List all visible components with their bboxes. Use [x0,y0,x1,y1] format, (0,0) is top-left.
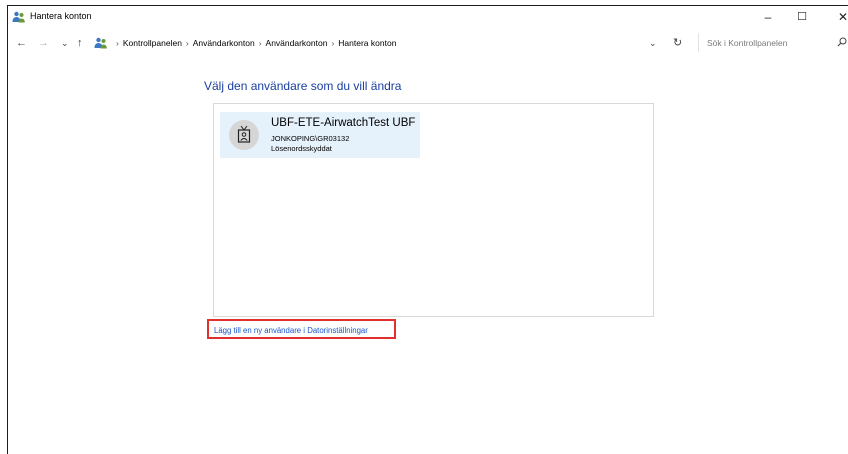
page-heading: Välj den användare som du vill ändra [204,79,402,93]
breadcrumb: › Kontrollpanelen › Användarkonton › Användar… [112,38,396,48]
breadcrumb-separator: › [258,38,262,48]
search-icon[interactable] [837,37,847,47]
refresh-button[interactable]: ↻ [673,36,682,49]
title-bar: Hantera konton – ☐ ✕ [8,6,848,29]
add-user-link-highlight: Lägg till en ny användare i Datorinställ… [207,319,396,339]
user-name: UBF-ETE-AirwatchTest UBF [271,117,416,129]
breadcrumb-kontrollpanelen[interactable]: Kontrollpanelen [123,38,182,48]
maximize-button[interactable]: ☐ [787,6,817,28]
breadcrumb-anvandarkonton[interactable]: Användarkonton [193,38,255,48]
avatar [229,120,259,150]
close-button[interactable]: ✕ [828,6,848,28]
user-status: Lösenordsskyddat [271,144,332,153]
breadcrumb-hantera-konton[interactable]: Hantera konton [338,38,396,48]
minimize-button[interactable]: – [753,6,783,28]
up-button[interactable]: ↑ [77,37,83,49]
breadcrumb-separator: › [185,38,189,48]
users-icon [12,11,25,23]
address-dropdown-button[interactable]: ⌄ [649,38,657,49]
window-title: Hantera konton [30,11,92,21]
breadcrumb-separator: › [331,38,335,48]
user-list: UBF-ETE-AirwatchTest UBF JONKOPING\GR031… [213,103,654,317]
recent-locations-button[interactable]: ⌄ [61,37,69,49]
address-bar: ← → ⌄ ↑ › Kontrollpanelen › Användarkonton ›… [8,29,848,57]
forward-button[interactable]: → [38,37,49,49]
breadcrumb-separator: › [116,38,119,48]
users-icon [94,37,107,49]
user-badge-icon [237,125,251,143]
search-input[interactable]: Sök i Kontrollpanelen [698,33,848,52]
back-button[interactable]: ← [16,37,27,49]
add-user-link[interactable]: Lägg till en ny användare i Datorinställ… [214,326,368,335]
breadcrumb-anvandarkonton-sub[interactable]: Användarkonton [266,38,328,48]
user-domain: JONKOPING\GR03132 [271,134,350,143]
search-placeholder: Sök i Kontrollpanelen [707,38,788,48]
user-tile[interactable]: UBF-ETE-AirwatchTest UBF JONKOPING\GR031… [220,112,420,158]
